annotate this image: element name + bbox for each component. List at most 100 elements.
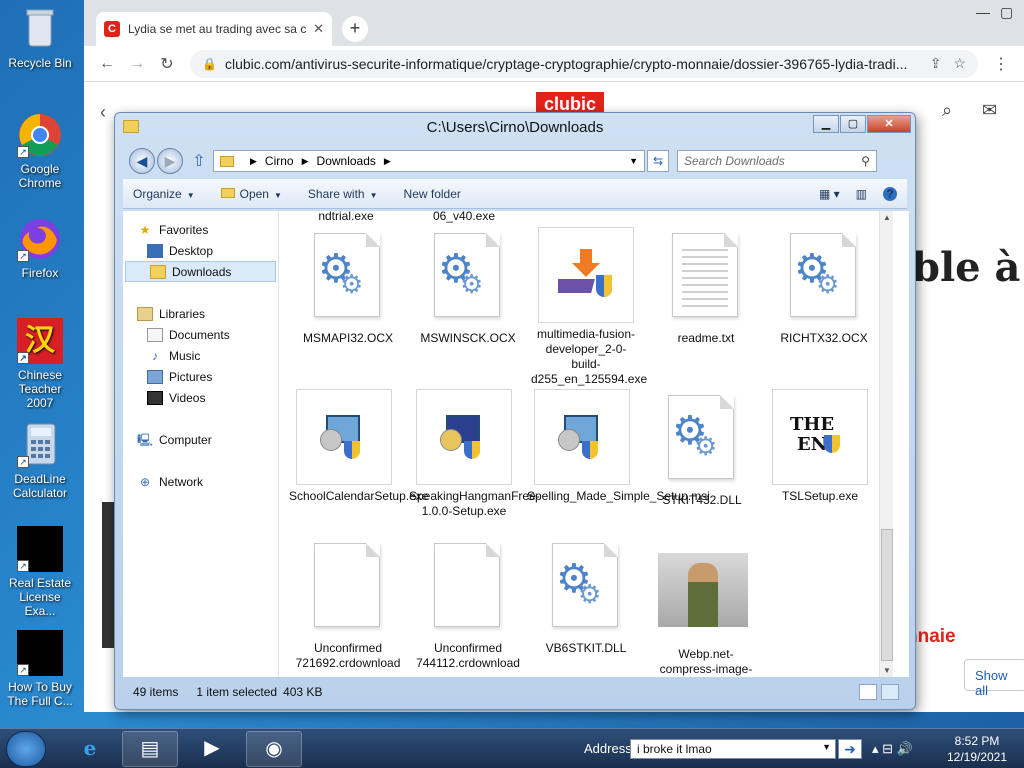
minimize-icon[interactable]: — <box>976 4 990 20</box>
browser-tab[interactable]: C Lydia se met au trading avec sa c ✕ <box>96 12 332 46</box>
help-icon[interactable]: ? <box>883 186 897 201</box>
nav-network[interactable]: ⊕ Network <box>123 471 278 492</box>
file-item[interactable]: Spelling_Made_Simple_Setup.msi <box>527 389 710 504</box>
media-player-icon[interactable]: ▶ <box>184 731 240 767</box>
forward-icon[interactable]: ▶ <box>157 148 183 174</box>
search-input[interactable]: Search Downloads ⚲ <box>677 150 877 172</box>
desktop-icon-real-estate[interactable]: ↗ Real Estate License Exa... <box>4 526 76 618</box>
url-text: clubic.com/antivirus-securite-informatiq… <box>224 55 908 72</box>
tray-icons[interactable]: ▴ ⊟ 🔊 <box>872 741 913 757</box>
address-toolbar-input[interactable]: i broke it lmao ▼ <box>630 739 836 759</box>
nav-libraries[interactable]: Libraries <box>123 303 278 324</box>
show-all-button[interactable]: Show all <box>964 659 1024 698</box>
nav-videos[interactable]: Videos <box>123 387 278 408</box>
desktop-icon-firefox[interactable]: ↗ Firefox <box>4 216 76 280</box>
refresh-icon[interactable]: ⇆ <box>647 150 669 172</box>
new-folder-button[interactable]: New folder <box>404 187 461 201</box>
new-tab-button[interactable]: + <box>342 16 368 42</box>
preview-pane-icon[interactable]: ▥ <box>856 187 867 201</box>
maximize-button[interactable]: ▢ <box>840 115 866 133</box>
explorer-window: C:\Users\Cirno\Downloads ▁ ▢ ✕ ◀ ▶ ⇧ ▶ C… <box>114 112 916 710</box>
explorer-title-bar[interactable]: C:\Users\Cirno\Downloads ▁ ▢ ✕ <box>115 113 915 143</box>
file-item[interactable]: ⚙ ⚙ RICHTX32.OCX <box>769 231 879 346</box>
nav-music[interactable]: ♪ Music <box>123 345 278 366</box>
nav-desktop[interactable]: Desktop <box>123 240 278 261</box>
chinese-teacher-icon: 汉 ↗ <box>17 318 63 364</box>
nav-label: Videos <box>169 390 206 405</box>
breadcrumb-item[interactable]: Cirno <box>265 154 294 168</box>
desktop-icon-label: Recycle Bin <box>8 56 72 70</box>
maximize-icon[interactable]: ▢ <box>1000 4 1013 21</box>
desktop-icon-deadline-calculator[interactable]: ↗ DeadLine Calculator <box>4 422 76 500</box>
file-list: ndtrial.exe 06_v40.exe ⚙ ⚙ MSMAPI32.OCX ⚙… <box>283 211 893 677</box>
back-icon[interactable]: ← <box>92 55 122 73</box>
libraries-icon <box>137 306 153 321</box>
breadcrumb-item[interactable]: Downloads <box>317 154 376 168</box>
nav-favorites[interactable]: ★ Favorites <box>123 219 278 240</box>
file-item[interactable]: ⚙ ⚙ STKIT432.DLL <box>647 393 757 508</box>
internet-explorer-icon[interactable]: e <box>62 731 118 767</box>
file-item[interactable]: Unconfirmed 721692.crdownload <box>293 541 403 671</box>
file-item[interactable]: THE EN TSLSetup.exe <box>765 389 875 504</box>
go-arrow-icon[interactable]: ➜ <box>838 739 862 759</box>
file-item[interactable]: Unconfirmed 744112.crdownload <box>413 541 523 671</box>
share-with-button[interactable]: Share with ▼ <box>308 187 378 201</box>
file-name: SchoolCalendarSetup.exe <box>289 489 429 503</box>
chevron-right-icon[interactable]: ▶ <box>250 156 257 167</box>
file-item[interactable]: ⚙ ⚙ VB6STKIT.DLL <box>531 541 641 656</box>
chevron-down-icon[interactable]: ▼ <box>822 742 831 752</box>
nav-computer[interactable]: 🖳 Computer <box>123 429 278 450</box>
desktop-icon-recycle-bin[interactable]: Recycle Bin <box>4 6 76 70</box>
reload-icon[interactable]: ↻ <box>152 54 182 74</box>
file-item-partial[interactable]: ndtrial.exe <box>291 211 401 224</box>
nav-pictures[interactable]: Pictures <box>123 366 278 387</box>
mail-icon[interactable]: ✉ <box>982 100 997 121</box>
search-icon[interactable]: ⌕ <box>942 100 952 121</box>
view-options-icon[interactable]: ▦ ▾ <box>819 187 840 201</box>
vertical-scrollbar[interactable]: ▲ ▼ <box>879 211 893 677</box>
nav-label: Desktop <box>169 243 214 258</box>
minimize-button[interactable]: ▁ <box>813 115 839 133</box>
file-item[interactable]: multimedia-fusion-developer_2-0-build-d2… <box>531 227 647 387</box>
share-icon[interactable]: ⇪ <box>930 55 942 72</box>
file-name: Unconfirmed 744112.crdownload <box>416 641 520 670</box>
file-item-partial[interactable]: 06_v40.exe <box>409 211 519 224</box>
clock[interactable]: 8:52 PM 12/19/2021 <box>940 733 1014 765</box>
explorer-taskbar-icon[interactable]: ▤ <box>122 731 178 767</box>
close-button[interactable]: ✕ <box>867 115 911 133</box>
desktop-icon-google-chrome[interactable]: ↗ Google Chrome <box>4 112 76 190</box>
file-item[interactable]: SpeakingHangmanFree-1.0.0-Setup.exe <box>409 389 540 519</box>
back-icon[interactable]: ◀ <box>129 148 155 174</box>
file-item[interactable]: SchoolCalendarSetup.exe <box>289 389 429 504</box>
desktop-icon-how-to-buy[interactable]: ↗ How To Buy The Full C... <box>4 630 76 708</box>
details-view-icon[interactable] <box>859 684 877 700</box>
url-field[interactable]: 🔒 clubic.com/antivirus-securite-informat… <box>190 49 978 78</box>
file-item[interactable]: readme.txt <box>651 231 761 346</box>
start-button[interactable] <box>6 731 46 767</box>
large-icons-view-icon[interactable] <box>881 684 899 700</box>
scrollbar-thumb[interactable] <box>881 529 893 661</box>
up-arrow-icon[interactable]: ⇧ <box>189 151 209 171</box>
bookmark-star-icon[interactable]: ☆ <box>953 55 966 72</box>
scroll-up-icon[interactable]: ▲ <box>880 213 893 222</box>
scroll-down-icon[interactable]: ▼ <box>880 666 893 675</box>
chevron-right-icon[interactable]: ▶ <box>384 156 391 167</box>
file-item[interactable]: ⚙ ⚙ MSWINSCK.OCX <box>413 231 523 346</box>
chevron-down-icon[interactable]: ▼ <box>629 156 638 166</box>
menu-icon[interactable]: ⋮ <box>986 54 1016 74</box>
close-tab-icon[interactable]: ✕ <box>313 21 324 37</box>
breadcrumb[interactable]: ▶ Cirno ▶ Downloads ▶ ▼ <box>213 150 645 172</box>
page-back-icon[interactable]: ‹ <box>100 102 106 123</box>
chevron-right-icon[interactable]: ▶ <box>302 156 309 167</box>
file-item[interactable]: Webp.net-compress-image-3.jpg <box>651 547 761 677</box>
nav-documents[interactable]: Documents <box>123 324 278 345</box>
forward-icon[interactable]: → <box>122 55 152 73</box>
chrome-taskbar-icon[interactable]: ◉ <box>246 731 302 767</box>
taskbar: e ▤ ▶ ◉ Address i broke it lmao ▼ ➜ ▴ ⊟ … <box>0 728 1024 768</box>
file-item[interactable]: ⚙ ⚙ MSMAPI32.OCX <box>293 231 403 346</box>
desktop-icon-chinese-teacher[interactable]: 汉 ↗ Chinese Teacher 2007 <box>4 318 76 410</box>
organize-button[interactable]: Organize ▼ <box>133 187 195 201</box>
nav-downloads[interactable]: Downloads <box>125 261 276 282</box>
open-button[interactable]: Open ▼ <box>220 187 282 201</box>
search-icon: ⚲ <box>861 154 870 168</box>
